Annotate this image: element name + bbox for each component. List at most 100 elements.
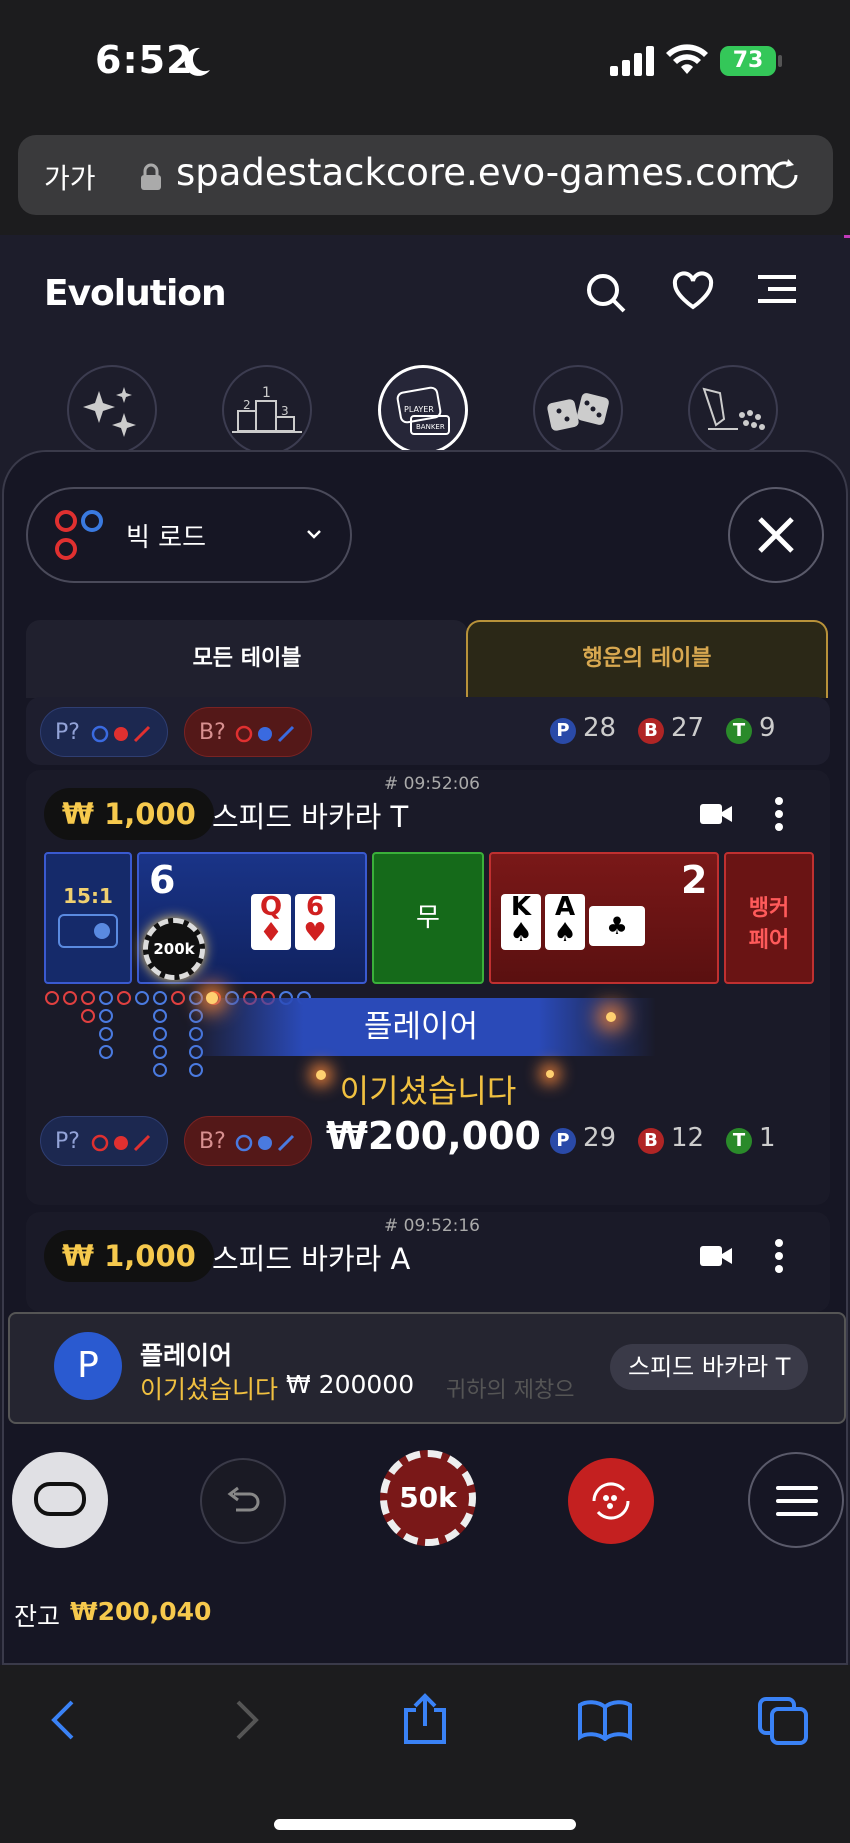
round-timestamp: # 09:52:16: [384, 1216, 480, 1236]
tabs-icon[interactable]: [758, 1697, 810, 1745]
tab-lucky-tables[interactable]: 행운의 테이블: [466, 620, 828, 698]
banker-predict-pill[interactable]: B?: [184, 1116, 312, 1166]
category-baccarat[interactable]: PLAYER BANKER: [378, 365, 468, 455]
banker-count-badge: B: [638, 1128, 664, 1154]
undo-icon: [227, 1486, 260, 1512]
category-dice[interactable]: [533, 365, 623, 455]
chip-slot-icon: [58, 914, 118, 948]
notification-table-name[interactable]: 스피드 바카라 T: [610, 1344, 809, 1390]
close-icon: [758, 517, 794, 553]
svg-text:BANKER: BANKER: [416, 423, 445, 431]
table-card-speed-baccarat-a[interactable]: # 09:52:16 ₩ 1,000 스피드 바카라 A: [26, 1212, 830, 1312]
evolution-logo[interactable]: Evolution: [44, 273, 227, 314]
moon-icon: [184, 47, 210, 76]
banker-card-1: K ♠: [501, 894, 541, 950]
bookmarks-icon[interactable]: [578, 1699, 632, 1741]
win-amount: ₩200,000: [326, 1114, 541, 1158]
battery-tip: [778, 55, 782, 67]
more-options-icon[interactable]: [774, 796, 784, 832]
reload-icon[interactable]: [764, 155, 804, 195]
video-camera-icon[interactable]: [700, 802, 732, 826]
player-bet-box[interactable]: 6 Q ♦ 6 ♥ 200k: [137, 852, 367, 984]
rebet-button[interactable]: [568, 1458, 654, 1544]
banker-pair-box[interactable]: 뱅커 페어: [724, 852, 814, 984]
banker-count: 12: [671, 1123, 705, 1153]
lobby-panel: 빅 로드 모든 테이블 행운의 테이블 P? B? P 28 B 27 T 9 …: [2, 450, 848, 1665]
notification-background-text: 귀하의 제창으: [446, 1378, 575, 1403]
back-icon[interactable]: [48, 1698, 78, 1742]
svg-text:1: 1: [262, 385, 271, 401]
menu-icon[interactable]: [758, 271, 800, 307]
video-camera-icon[interactable]: [700, 1244, 732, 1268]
table-name[interactable]: 스피드 바카라 T: [212, 794, 408, 836]
text-size-button[interactable]: 가가: [44, 157, 96, 197]
chip-selector[interactable]: 50k: [380, 1450, 476, 1546]
chat-button[interactable]: [12, 1452, 108, 1548]
casino-app: Evolution 123 PLAYER BANKER 빅 로드 모든 테이블 행…: [0, 235, 850, 1665]
wheel-icon: [702, 387, 765, 430]
hamburger-icon: [776, 1486, 818, 1516]
favorites-heart-icon[interactable]: [672, 271, 714, 311]
player-predict-pill[interactable]: P?: [40, 1116, 168, 1166]
road-predict-icon: [235, 1134, 295, 1152]
table-name[interactable]: 스피드 바카라 A: [212, 1236, 410, 1278]
card-rank: A: [554, 892, 576, 922]
player-count-badge: P: [550, 1128, 576, 1154]
card-rank: Q: [259, 892, 283, 922]
road-predict-icon: [91, 725, 151, 743]
tie-count-badge: T: [726, 718, 752, 744]
category-leaderboard[interactable]: 12 3: [222, 365, 312, 455]
win-message: 이기셨습니다: [339, 1072, 517, 1110]
undo-button[interactable]: [200, 1458, 286, 1544]
svg-text:2: 2: [243, 398, 251, 412]
tie-bet-box[interactable]: 무: [372, 852, 484, 984]
banker-bet-box[interactable]: K ♠ A ♠ ♣ 2: [489, 852, 719, 984]
player-score: 6: [149, 858, 176, 902]
road-type-label: 빅 로드: [126, 523, 207, 553]
category-top-picks[interactable]: [67, 365, 157, 455]
road-predict-icon: [91, 1134, 151, 1152]
road-type-dropdown[interactable]: 빅 로드: [26, 487, 352, 583]
balance-label: 잔고: [14, 1602, 61, 1631]
balance-amount: ₩200,040: [70, 1597, 212, 1626]
address-bar[interactable]: 가가 spadestackcore.evo-games.com: [18, 135, 833, 215]
battery-indicator: 73: [720, 46, 776, 76]
banker-score: 2: [681, 858, 708, 902]
tab-all-tables[interactable]: 모든 테이블: [26, 620, 468, 698]
more-options-icon[interactable]: [774, 1238, 784, 1274]
road-predict-icon: [235, 725, 295, 743]
share-icon[interactable]: [402, 1692, 448, 1746]
banker-card-3: ♣: [589, 906, 645, 946]
table-row-partial[interactable]: P? B? P 28 B 27 T 9: [26, 697, 830, 765]
player-avatar: P: [54, 1332, 122, 1400]
notification-title: 플레이어: [140, 1341, 233, 1370]
win-notification[interactable]: P 플레이어 이기셨습니다 ₩ 200000 귀하의 제창으 스피드 바카라 T: [8, 1312, 846, 1424]
repeat-bet-icon: [592, 1482, 630, 1520]
menu-button[interactable]: [748, 1452, 844, 1548]
sparkle-effect: [606, 1012, 616, 1022]
url-text[interactable]: spadestackcore.evo-games.com: [176, 151, 774, 194]
chat-icon: [34, 1482, 86, 1516]
player-pair-box[interactable]: 15:1: [44, 852, 132, 984]
player-predict-pill[interactable]: P?: [40, 707, 168, 757]
close-button[interactable]: [728, 487, 824, 583]
result-banner: 플레이어: [186, 998, 656, 1056]
search-icon[interactable]: [584, 271, 628, 315]
tie-count: 1: [759, 1123, 776, 1153]
dice-icon: [547, 393, 609, 431]
banker-predict-pill[interactable]: B?: [184, 707, 312, 757]
tie-count: 9: [759, 713, 776, 743]
lock-icon: [141, 163, 161, 190]
signal-icon: [610, 46, 654, 76]
forward-icon[interactable]: [232, 1698, 262, 1742]
round-timestamp: # 09:52:06: [384, 774, 480, 794]
player-card-1: Q ♦: [251, 894, 291, 950]
baccarat-icon: PLAYER BANKER: [396, 386, 450, 435]
table-card-speed-baccarat-t[interactable]: # 09:52:06 ₩ 1,000 스피드 바카라 T 15:1 6 Q ♦ 6…: [26, 770, 830, 1205]
banker-count-badge: B: [638, 718, 664, 744]
player-predict-label: P?: [55, 720, 80, 745]
home-indicator[interactable]: [274, 1819, 576, 1830]
player-predict-label: P?: [55, 1129, 80, 1154]
notification-won-label: 이기셨습니다: [140, 1375, 279, 1404]
category-game-shows[interactable]: [688, 365, 778, 455]
